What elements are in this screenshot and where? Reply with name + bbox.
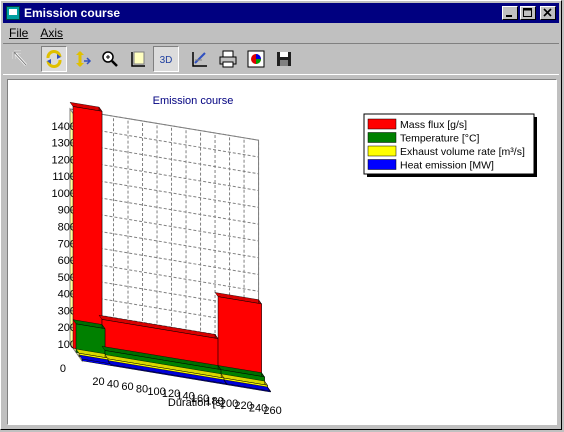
legend-swatch — [367, 132, 397, 143]
3d-toggle-label: 3D — [160, 55, 173, 66]
emission-chart[interactable]: 1002003004005006007008009001000110012001… — [8, 80, 556, 424]
app-window: Emission course File Axis 3D 100 200 300… — [0, 0, 562, 430]
edit-chart-icon — [192, 52, 207, 67]
axes-icon — [131, 51, 145, 67]
minimize-button[interactable] — [502, 6, 518, 20]
menu-bar: File Axis — [3, 24, 69, 42]
print-button[interactable] — [215, 46, 241, 72]
y-tick-label: 1100 — [52, 171, 76, 183]
3d-toggle-icon: 3D — [160, 55, 173, 66]
toolbar: 3D — [3, 43, 559, 75]
x-tick-label: 60 — [121, 381, 133, 393]
zoom-icon — [102, 51, 118, 67]
maximize-button[interactable] — [520, 6, 536, 20]
legend-label: Temperature [°C] — [400, 133, 480, 145]
scale-button[interactable] — [69, 46, 95, 72]
y-axis-zero-label: 0 — [60, 363, 66, 375]
legend-label: Heat emission [MW] — [400, 160, 494, 172]
save-disk-icon — [277, 52, 291, 66]
pointer-button[interactable] — [7, 46, 33, 72]
save-button[interactable] — [271, 46, 297, 72]
series-step-front — [72, 106, 103, 354]
edit-chart-button[interactable] — [187, 46, 213, 72]
menu-axis[interactable]: Axis — [34, 26, 69, 40]
y-tick-label: 1400 — [52, 121, 76, 133]
minimize-icon — [506, 15, 512, 17]
zoom-button[interactable] — [97, 46, 123, 72]
chart-panel: 100 200 300 400 500 600 700 800 900 1000 1100 1200 1… — [7, 79, 557, 425]
legend-swatch — [367, 118, 397, 130]
maximize-icon — [523, 8, 532, 17]
close-icon — [543, 8, 552, 17]
close-button[interactable] — [540, 6, 556, 20]
rotate-icon — [46, 50, 62, 68]
x-tick-label: 40 — [107, 379, 119, 391]
printer-icon — [219, 50, 237, 68]
window-title: Emission course — [24, 6, 121, 20]
updown-scale-icon — [76, 51, 92, 67]
x-axis-label: Duration [s] — [168, 397, 224, 409]
title-bar[interactable]: Emission course — [3, 3, 559, 23]
arrow-pointer-icon — [12, 50, 27, 66]
menu-file-label: File — [9, 26, 29, 40]
chart-title: Emission course — [153, 95, 234, 107]
chart-properties-button[interactable] — [243, 46, 269, 72]
legend-swatch — [367, 145, 397, 157]
legend-swatch — [367, 159, 397, 170]
menu-axis-label: Axis — [40, 26, 64, 40]
y-tick-label: 1200 — [52, 154, 76, 166]
legend: Mass flux [g/s] Temperature [°C]Exhaust v… — [363, 113, 537, 177]
3d-toggle-button[interactable]: 3D — [153, 46, 179, 72]
chart-properties-icon — [247, 50, 265, 68]
legend-label: Mass flux [g/s] — [400, 119, 467, 131]
x-tick-label: 20 — [92, 376, 104, 388]
app-icon[interactable] — [6, 6, 20, 20]
x-tick-label: 80 — [136, 383, 148, 395]
axes-button[interactable] — [125, 46, 151, 72]
y-tick-label: 1000 — [52, 188, 76, 200]
menu-file[interactable]: File — [3, 26, 34, 40]
rotate-button[interactable] — [41, 46, 67, 72]
x-tick-label: 260 — [263, 405, 281, 417]
y-tick-label: 1300 — [52, 138, 76, 150]
legend-label: Exhaust volume rate [m³/s] — [400, 146, 525, 158]
